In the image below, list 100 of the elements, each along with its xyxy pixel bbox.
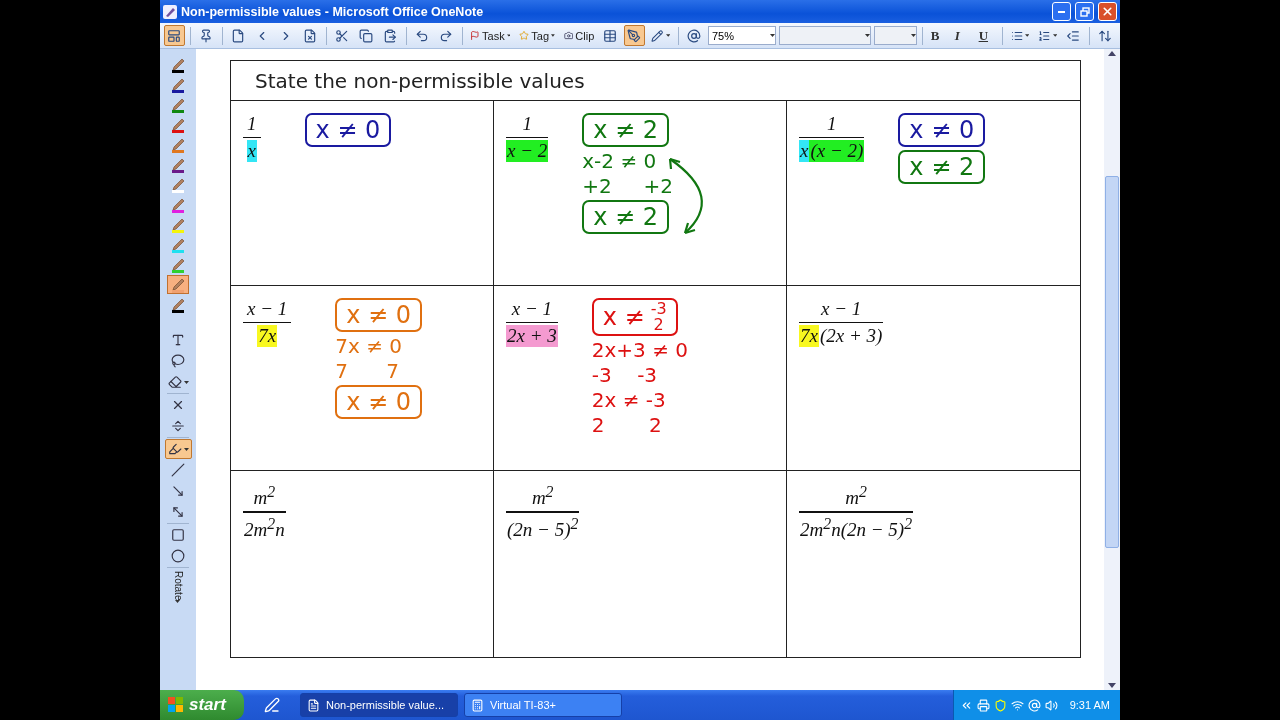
caret-icon (183, 380, 189, 384)
spacing-icon (1097, 28, 1112, 43)
camera-icon (563, 29, 574, 42)
calculator-icon (471, 698, 484, 712)
pen-icon (172, 198, 185, 210)
denominator: (2n − 5)$^{2}$ (506, 514, 580, 541)
ink-note: x-2 ≠ 0 (582, 150, 657, 172)
tool-button[interactable] (164, 439, 192, 459)
line-icon (171, 463, 185, 477)
pen-icon (172, 178, 185, 190)
pen-icon (172, 58, 185, 70)
ink-note: 2 2 (591, 414, 662, 436)
pen-icon (172, 118, 185, 130)
quick-launch-icon[interactable] (264, 697, 280, 713)
pen-icon (172, 158, 185, 170)
app-icon (163, 4, 177, 19)
ink-boxed-note: x ≠ 2 (582, 200, 670, 234)
volume-icon[interactable] (1044, 698, 1058, 712)
star-icon (519, 29, 530, 42)
ink-note: 7x ≠ 0 (335, 335, 403, 357)
scroll-up-icon[interactable] (1108, 51, 1116, 56)
highlighted-denominator: 7x (799, 325, 819, 348)
ink-boxed-note: x ≠ 2 (898, 150, 986, 184)
toolbar-button[interactable]: Clip (560, 25, 598, 46)
redo-icon (438, 28, 453, 43)
pen-icon (172, 138, 185, 150)
undo-icon (414, 28, 429, 43)
close-icon (171, 398, 185, 412)
delete-page-icon (302, 28, 317, 43)
format-button[interactable]: U (975, 25, 997, 46)
start-button[interactable]: start (160, 690, 244, 720)
denominator: 2m$^{2}$n (243, 514, 286, 541)
ink-note: 2x ≠ -3 (591, 389, 666, 411)
at-sign-icon[interactable] (1027, 698, 1041, 712)
numerator: m$^{2}$ (844, 483, 868, 510)
network-icon[interactable] (1010, 698, 1024, 712)
ink-note: +2 +2 (582, 175, 674, 197)
highlighted-denominator: x (799, 140, 810, 163)
rotate-button[interactable]: Rotate (172, 569, 184, 606)
pen-icon (172, 78, 185, 90)
minimize-icon (1058, 10, 1065, 13)
printer-icon[interactable] (976, 698, 990, 712)
format-button[interactable]: B (927, 25, 949, 46)
font-field[interactable] (778, 26, 872, 45)
scrollbar[interactable] (1104, 49, 1120, 690)
page-title: State the non-permissible values (255, 68, 585, 93)
highlighted-denominator: 7x (257, 325, 278, 348)
pen-icon (172, 258, 185, 270)
caret-icon (551, 34, 555, 37)
pen-icon (172, 218, 185, 230)
indent-icon (1066, 28, 1081, 43)
ink-note: 7 7 (335, 360, 399, 382)
ink-note: -3 -3 (591, 364, 658, 386)
format-button[interactable]: I (951, 25, 973, 46)
toolbar-button[interactable]: Tag (516, 25, 558, 46)
copy-icon (358, 28, 373, 43)
taskbar-button[interactable]: Virtual TI-83+ (464, 693, 622, 717)
caret-icon (1052, 34, 1058, 37)
minimize-button[interactable] (1052, 2, 1071, 21)
shield-icon[interactable] (993, 698, 1007, 712)
double-arrow-icon (171, 505, 185, 519)
highlighted-denominator: x − 2 (506, 140, 549, 163)
scroll-thumb[interactable] (1105, 176, 1119, 548)
ink-boxed-note: x ≠ 0 (335, 298, 423, 332)
arrow-icon (171, 484, 185, 498)
window-title: Non-permissible values - Microsoft Office OneNote (181, 4, 485, 19)
windows-logo-icon (168, 697, 184, 713)
page-view-icon (167, 28, 181, 43)
taskbar-button[interactable]: Non-permissible value... (300, 693, 458, 717)
numerator: 1 (246, 113, 258, 135)
close-button[interactable] (1098, 2, 1117, 21)
numerator: m$^{2}$ (252, 483, 277, 510)
ink-boxed-note: x ≠ 0 (898, 113, 986, 147)
caret-icon (175, 600, 180, 604)
caret-icon (665, 34, 671, 37)
toolbar-button[interactable] (624, 25, 646, 46)
restore-icon (1079, 6, 1090, 17)
numerator: 1 (521, 113, 533, 135)
document-icon (307, 698, 320, 712)
toolbar-button[interactable] (164, 25, 185, 46)
restore-button[interactable] (1075, 2, 1094, 21)
pin-icon (198, 28, 213, 43)
highlighted-denominator: 2x + 3 (506, 325, 558, 348)
size-field[interactable] (874, 26, 917, 45)
numerator: x − 1 (510, 298, 553, 320)
caret-icon (769, 34, 775, 37)
pen-icon (172, 238, 185, 250)
cut-icon (334, 28, 349, 43)
pen-icon (627, 28, 642, 43)
denominator: (2x + 3) (818, 325, 884, 348)
toolbar-button[interactable]: Task (467, 25, 514, 46)
paste-icon (382, 28, 397, 43)
text-icon (171, 333, 185, 347)
highlighted-denominator: x (246, 140, 257, 163)
ink-boxed-note: x ≠ 2 (582, 113, 670, 147)
caret-icon (910, 34, 916, 37)
zoom-field[interactable]: 75% (707, 26, 776, 45)
scroll-down-icon[interactable] (1108, 683, 1116, 688)
caret-icon (1024, 34, 1030, 37)
ink-note: 2x+3 ≠ 0 (591, 339, 688, 361)
